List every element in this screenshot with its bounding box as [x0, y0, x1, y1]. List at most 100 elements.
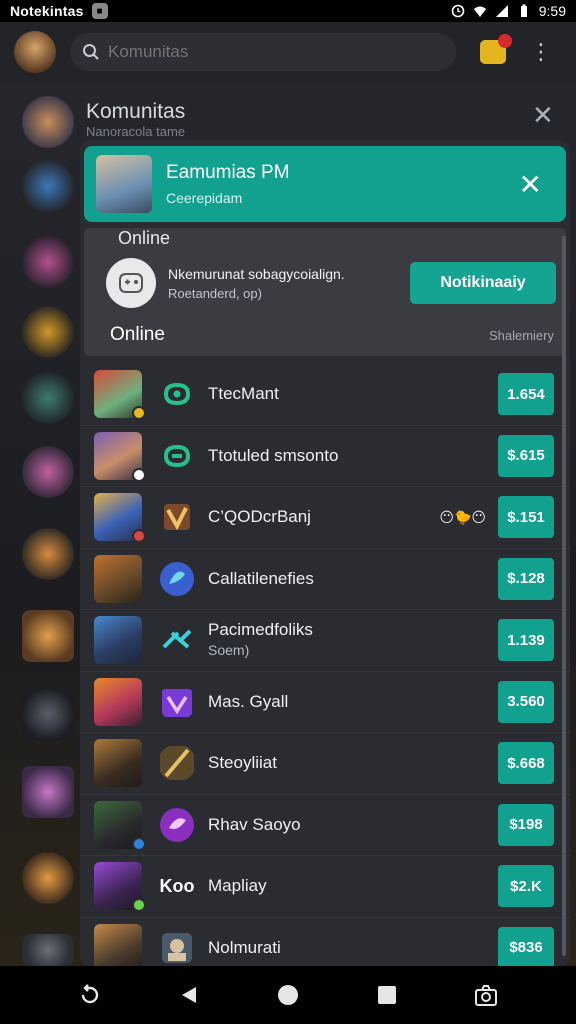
price-button[interactable]: $2.K [498, 865, 554, 908]
price-button[interactable]: 3.560 [498, 680, 554, 723]
status-app-name: Notekintas [10, 3, 84, 19]
player-avatar [94, 862, 146, 913]
price-button[interactable]: $.128 [498, 557, 554, 600]
price-button[interactable]: $.668 [498, 742, 554, 785]
list-item[interactable]: Mas. Gyall 3.560 [80, 672, 570, 733]
alarm-icon [451, 4, 465, 18]
price-button[interactable]: $198 [498, 803, 554, 846]
community-sheet: Eamumias PM Ceerepidam ✕ Online Nkemurun… [80, 140, 570, 966]
side-avatar[interactable] [22, 372, 74, 424]
player-name: TtecMant [208, 384, 279, 404]
recents-icon[interactable] [367, 975, 407, 1015]
list-item[interactable]: Ttotuled smsonto $.615 [80, 426, 570, 487]
app-bar: ⋮ [0, 22, 576, 82]
navigation-bar [0, 966, 576, 1024]
side-avatar[interactable] [22, 766, 74, 818]
shop-icon[interactable] [480, 34, 512, 64]
shop-notification-dot [498, 34, 512, 48]
notify-button[interactable]: Notikinaaiy [410, 262, 556, 304]
background-title: Komunitas [86, 100, 186, 123]
wifi-icon [473, 6, 486, 17]
price-button[interactable]: 1.139 [498, 619, 554, 662]
player-name: Callatilenefies [208, 568, 314, 588]
player-name: Steoyliiat [208, 753, 277, 773]
list-item[interactable]: Koo Mapliay $2.K [80, 856, 570, 918]
rank-badge-icon [132, 467, 146, 482]
notification-line-1: Nkemurunat sobagycoialign. [168, 265, 345, 282]
team-emblem-icon [162, 688, 192, 717]
team-emblem-icon [163, 383, 191, 406]
side-avatar[interactable] [22, 160, 74, 212]
team-emblem-icon: Koo [159, 875, 195, 896]
scrollbar[interactable] [562, 236, 566, 956]
list-item[interactable]: Pacimedfoliks Soem) 1.139 [80, 610, 570, 672]
online-section-label: Online [110, 324, 165, 345]
player-name: Ttotuled smsonto [208, 445, 339, 465]
player-avatar [94, 739, 142, 788]
player-avatar [94, 616, 142, 665]
screenshot-icon[interactable] [466, 975, 506, 1015]
side-avatar[interactable] [22, 528, 74, 580]
game-banner[interactable]: Eamumias PM Ceerepidam ✕ [84, 146, 566, 222]
side-avatar[interactable] [22, 96, 74, 148]
list-item[interactable]: Rhav Saoyo $198 [80, 795, 570, 856]
banner-close-icon[interactable]: ✕ [519, 168, 554, 201]
banner-text: Eamumias PM Ceerepidam [166, 162, 290, 206]
online-label: Online [118, 228, 171, 248]
side-avatar[interactable] [22, 934, 74, 966]
player-avatar [94, 800, 146, 851]
user-avatar[interactable] [14, 31, 56, 73]
list-item[interactable]: Nolmurati $836 [80, 918, 570, 966]
player-avatar [94, 370, 146, 421]
rotate-icon[interactable] [70, 975, 110, 1015]
player-name: C’QODcrBanj [208, 507, 311, 527]
price-button[interactable]: 1.654 [498, 373, 554, 416]
home-icon[interactable] [268, 975, 308, 1015]
side-avatar[interactable] [22, 306, 74, 358]
player-name: Pacimedfoliks Soem) [208, 620, 313, 659]
team-emblem-icon [160, 807, 194, 842]
list-item[interactable]: TtecMant 1.654 [80, 364, 570, 426]
search-bar[interactable] [70, 33, 456, 71]
side-avatar[interactable] [22, 236, 74, 288]
player-list: TtecMant 1.654 Ttotuled smsonto $.615 C’… [80, 364, 570, 966]
back-icon[interactable] [169, 975, 209, 1015]
price-button[interactable]: $.615 [498, 434, 554, 477]
side-avatar[interactable] [22, 610, 74, 662]
reaction-emojis: 😶🐤😶 [439, 508, 486, 525]
search-icon [83, 44, 99, 60]
online-card: Online Nkemurunat sobagycoialign. Roetan… [84, 228, 566, 356]
team-emblem-icon [160, 746, 194, 781]
player-name: Mas. Gyall [208, 691, 289, 711]
rank-badge-icon [132, 406, 146, 421]
banner-subtitle: Ceerepidam [166, 190, 243, 206]
background-close-icon[interactable]: ✕ [532, 100, 554, 131]
signal-icon [495, 5, 508, 17]
side-avatar[interactable] [22, 852, 74, 904]
controller-icon [106, 258, 156, 308]
price-button[interactable]: $.151 [498, 496, 554, 539]
battery-icon [520, 4, 527, 17]
side-avatar[interactable] [22, 446, 74, 498]
screen: Notekintas ■ 9:59 ⋮ Komunitas Nanoracola… [0, 0, 576, 1024]
summary-label[interactable]: Shalemiery [489, 328, 554, 343]
more-options-icon[interactable]: ⋮ [530, 41, 552, 63]
player-avatar [94, 554, 142, 603]
list-item[interactable]: Callatilenefies $.128 [80, 549, 570, 610]
player-avatar [94, 431, 146, 482]
side-avatar[interactable] [22, 688, 74, 740]
player-name: Nolmurati [208, 937, 281, 957]
rank-badge-icon [132, 836, 146, 851]
price-button[interactable]: $836 [498, 926, 554, 966]
notification-line-2: Roetanderd, op) [168, 285, 262, 301]
rank-badge-icon [132, 898, 146, 913]
rank-badge-icon [132, 529, 146, 544]
team-emblem-icon [164, 504, 190, 531]
background-subtitle: Nanoracola tame [86, 124, 185, 139]
list-item[interactable]: Steoyliiat $.668 [80, 733, 570, 795]
player-name: Rhav Saoyo [208, 814, 301, 834]
list-item[interactable]: C’QODcrBanj 😶🐤😶 $.151 [80, 487, 570, 549]
banner-title: Eamumias PM [166, 162, 290, 183]
team-emblem-icon [162, 932, 192, 963]
search-input[interactable] [108, 42, 408, 62]
